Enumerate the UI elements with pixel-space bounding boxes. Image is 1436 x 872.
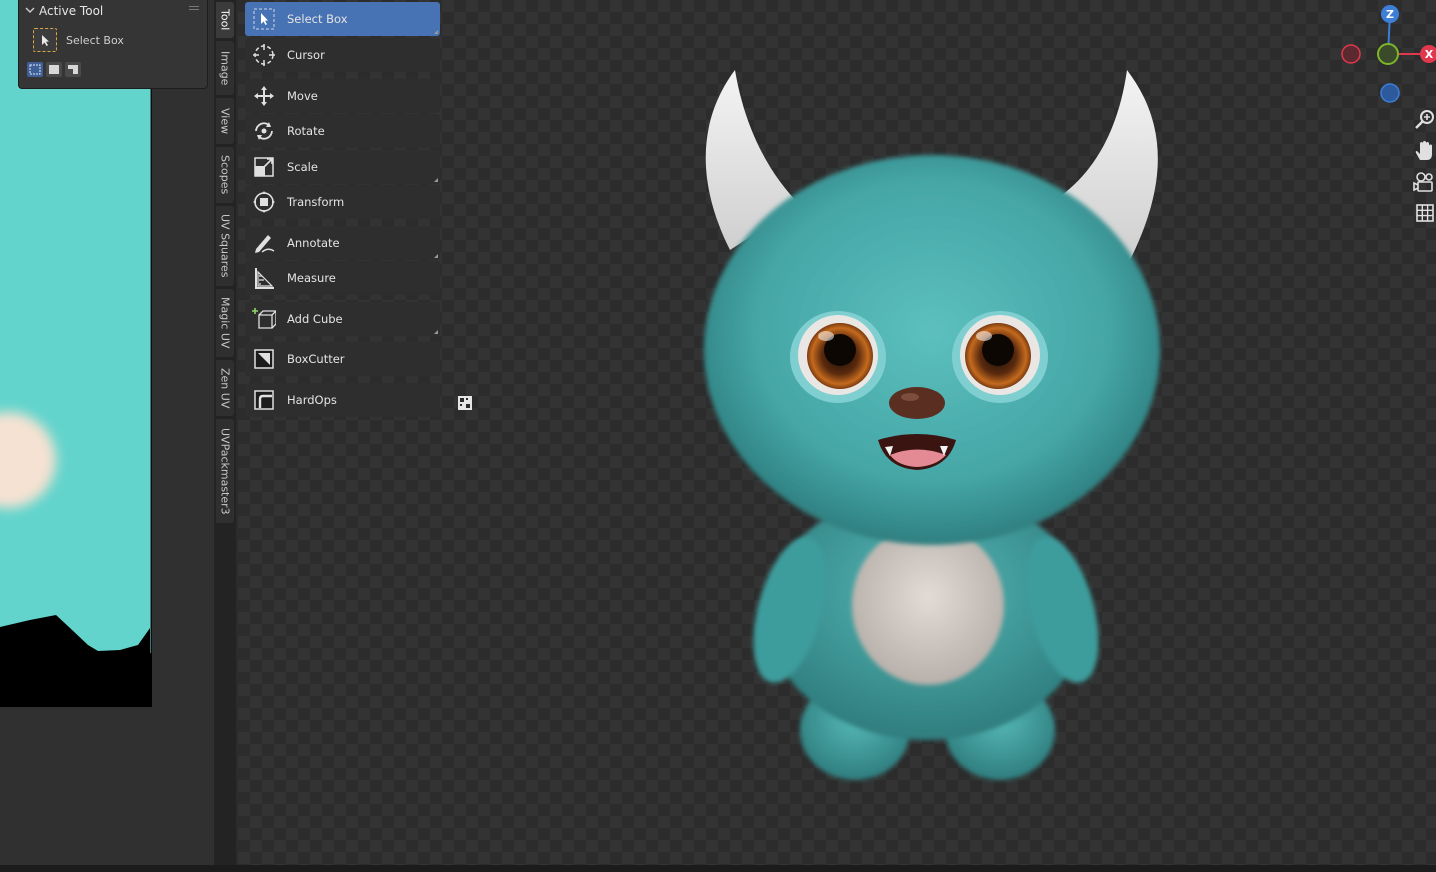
tool-measure-button[interactable]: Measure <box>245 261 440 295</box>
rotate-icon <box>251 118 277 144</box>
drag-grip-icon[interactable] <box>189 6 199 12</box>
active-tool-row[interactable]: Select Box <box>33 28 124 52</box>
tool-rotate-button[interactable]: Rotate <box>245 114 440 148</box>
transform-icon <box>251 189 277 215</box>
viewport-nav-buttons <box>1412 108 1436 232</box>
tool-label: Measure <box>287 271 336 285</box>
scale-icon <box>251 154 277 180</box>
tab-image[interactable]: Image <box>216 41 234 95</box>
cursor-icon <box>251 42 277 68</box>
tool-label: Move <box>287 89 318 103</box>
panel-title: Active Tool <box>39 4 104 18</box>
tool-cursor-button[interactable]: Cursor <box>245 38 440 72</box>
active-tool-name: Select Box <box>66 33 124 47</box>
tool-transform-button[interactable]: Transform <box>245 185 440 219</box>
annotate-icon <box>251 230 277 256</box>
chevron-down-icon[interactable] <box>25 5 39 18</box>
tab-uv-squares[interactable]: UV Squares <box>216 206 234 286</box>
tab-tool[interactable]: Tool <box>216 2 234 38</box>
tab-zen-uv[interactable]: Zen UV <box>216 360 234 416</box>
z-axis-label: Z <box>1386 8 1394 21</box>
x-axis-label: X <box>1425 48 1434 61</box>
tool-annotate-button[interactable]: Annotate <box>245 226 440 260</box>
tab-scopes[interactable]: Scopes <box>216 147 234 203</box>
tool-label: Cursor <box>287 48 325 62</box>
grid-icon[interactable] <box>1412 201 1436 225</box>
move-icon <box>251 83 277 109</box>
tool-move-button[interactable]: Move <box>245 79 440 113</box>
add-cube-icon <box>251 306 277 332</box>
tool-hardops-button[interactable]: HardOps <box>245 383 440 417</box>
submenu-indicator-icon <box>434 178 438 182</box>
tool-select-box-button[interactable]: Select Box <box>245 2 440 36</box>
uv-texture-canvas[interactable] <box>0 0 152 707</box>
mode-subtract-selection-button[interactable] <box>65 62 81 77</box>
y-axis-icon[interactable] <box>1377 43 1399 65</box>
tool-label: Scale <box>287 160 318 174</box>
tool-label: BoxCutter <box>287 352 345 366</box>
active-tool-panel: Active Tool Select Box <box>18 0 208 89</box>
tool-scale-button[interactable]: Scale <box>245 150 440 184</box>
select-box-icon <box>33 28 57 52</box>
tool-label: HardOps <box>287 393 337 407</box>
sidebar-tab-strip: Tool Image View Scopes UV Squares Magic … <box>214 0 236 865</box>
tool-label: Annotate <box>287 236 340 250</box>
navigation-gizmo[interactable]: Z X <box>1336 0 1436 110</box>
boxcutter-icon <box>251 346 277 372</box>
hand-pan-icon[interactable] <box>1412 139 1436 163</box>
tab-view[interactable]: View <box>216 98 234 144</box>
tool-label: Transform <box>287 195 345 209</box>
mode-new-selection-button[interactable] <box>27 62 43 77</box>
status-bar <box>0 865 1436 872</box>
tool-add-cube-button[interactable]: Add Cube <box>245 302 440 336</box>
image-editor-area[interactable]: Active Tool Select Box <box>0 0 214 865</box>
selection-mode-row <box>27 62 81 77</box>
camera-icon[interactable] <box>1412 170 1436 194</box>
tab-magic-uv[interactable]: Magic UV <box>216 289 234 357</box>
tool-label: Select Box <box>287 12 348 26</box>
submenu-indicator-icon <box>434 254 438 258</box>
tool-label: Rotate <box>287 124 325 138</box>
checker-texture-icon[interactable] <box>457 395 473 411</box>
hardops-icon <box>251 387 277 413</box>
measure-icon <box>251 265 277 291</box>
tool-boxcutter-button[interactable]: BoxCutter <box>245 342 440 376</box>
submenu-indicator-icon <box>434 330 438 334</box>
tab-uvpackmaster3[interactable]: UVPackmaster3 <box>216 419 234 523</box>
tool-label: Add Cube <box>287 312 343 326</box>
active-tool-header[interactable]: Active Tool <box>19 0 207 22</box>
zoom-icon[interactable] <box>1412 108 1436 132</box>
mode-extend-selection-button[interactable] <box>46 62 62 77</box>
submenu-indicator-icon <box>434 30 438 34</box>
neg-z-axis-icon[interactable] <box>1380 83 1400 103</box>
neg-x-axis-icon[interactable] <box>1341 44 1361 64</box>
select-box-icon <box>251 6 277 32</box>
